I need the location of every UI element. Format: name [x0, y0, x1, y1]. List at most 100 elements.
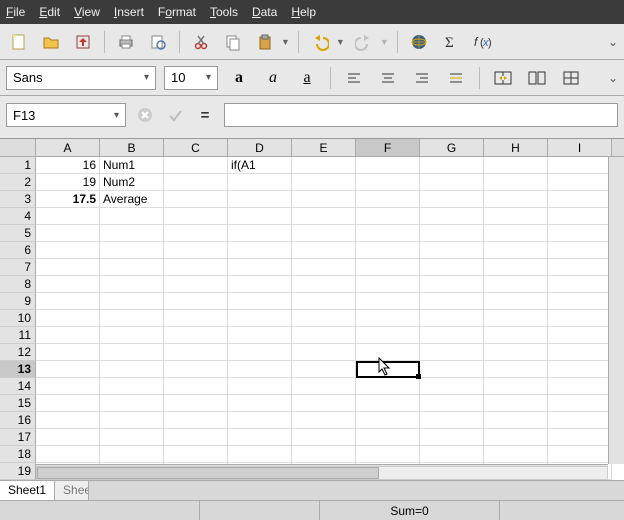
- col-header-I[interactable]: I: [548, 139, 612, 156]
- cell-I1[interactable]: [548, 157, 612, 174]
- italic-button[interactable]: a: [260, 65, 286, 91]
- cell-A16[interactable]: [36, 412, 100, 429]
- cell-F3[interactable]: [356, 191, 420, 208]
- cell-E9[interactable]: [292, 293, 356, 310]
- print-button[interactable]: [113, 29, 139, 55]
- cell-C15[interactable]: [164, 395, 228, 412]
- cell-I3[interactable]: [548, 191, 612, 208]
- cell-B13[interactable]: [100, 361, 164, 378]
- row-header-3[interactable]: 3: [0, 191, 36, 208]
- cell-F2[interactable]: [356, 174, 420, 191]
- toolbar-overflow-icon[interactable]: ⌄: [608, 71, 618, 85]
- row-header-16[interactable]: 16: [0, 412, 36, 429]
- align-right-button[interactable]: [409, 65, 435, 91]
- cell-A15[interactable]: [36, 395, 100, 412]
- cell-F8[interactable]: [356, 276, 420, 293]
- paste-dropdown-icon[interactable]: ▼: [281, 37, 290, 47]
- select-all-corner[interactable]: [0, 139, 36, 157]
- cell-B8[interactable]: [100, 276, 164, 293]
- row-header-4[interactable]: 4: [0, 208, 36, 225]
- cell-E14[interactable]: [292, 378, 356, 395]
- grid-button[interactable]: [558, 65, 584, 91]
- cell-E17[interactable]: [292, 429, 356, 446]
- cell-C13[interactable]: [164, 361, 228, 378]
- cell-H8[interactable]: [484, 276, 548, 293]
- cell-A12[interactable]: [36, 344, 100, 361]
- col-header-H[interactable]: H: [484, 139, 548, 156]
- cell-I15[interactable]: [548, 395, 612, 412]
- horizontal-scrollbar[interactable]: [36, 464, 608, 480]
- cell-D7[interactable]: [228, 259, 292, 276]
- cell-C12[interactable]: [164, 344, 228, 361]
- cell-H12[interactable]: [484, 344, 548, 361]
- bold-button[interactable]: a: [226, 65, 252, 91]
- row-header-18[interactable]: 18: [0, 446, 36, 463]
- cell-F6[interactable]: [356, 242, 420, 259]
- cell-E5[interactable]: [292, 225, 356, 242]
- cell-B2[interactable]: Num2: [100, 174, 164, 191]
- cell-C3[interactable]: [164, 191, 228, 208]
- menu-format[interactable]: Format: [158, 5, 196, 19]
- cell-A2[interactable]: 19: [36, 174, 100, 191]
- cell-H7[interactable]: [484, 259, 548, 276]
- cell-B7[interactable]: [100, 259, 164, 276]
- cell-H10[interactable]: [484, 310, 548, 327]
- cell-B15[interactable]: [100, 395, 164, 412]
- cell-C17[interactable]: [164, 429, 228, 446]
- row-header-1[interactable]: 1: [0, 157, 36, 174]
- redo-button[interactable]: [351, 29, 377, 55]
- cut-button[interactable]: [188, 29, 214, 55]
- cell-H5[interactable]: [484, 225, 548, 242]
- cell-A8[interactable]: [36, 276, 100, 293]
- cell-G1[interactable]: [420, 157, 484, 174]
- row-header-19[interactable]: 19: [0, 463, 36, 480]
- cell-D14[interactable]: [228, 378, 292, 395]
- cell-H11[interactable]: [484, 327, 548, 344]
- cell-I2[interactable]: [548, 174, 612, 191]
- cell-H1[interactable]: [484, 157, 548, 174]
- cell-I4[interactable]: [548, 208, 612, 225]
- cell-A7[interactable]: [36, 259, 100, 276]
- cell-G13[interactable]: [420, 361, 484, 378]
- cell-G17[interactable]: [420, 429, 484, 446]
- cell-G18[interactable]: [420, 446, 484, 463]
- undo-button[interactable]: [307, 29, 333, 55]
- col-header-F[interactable]: F: [356, 139, 420, 156]
- cell-E13[interactable]: [292, 361, 356, 378]
- cell-F10[interactable]: [356, 310, 420, 327]
- col-header-C[interactable]: C: [164, 139, 228, 156]
- cell-H3[interactable]: [484, 191, 548, 208]
- cell-G10[interactable]: [420, 310, 484, 327]
- cell-B5[interactable]: [100, 225, 164, 242]
- cell-E15[interactable]: [292, 395, 356, 412]
- menu-insert[interactable]: Insert: [114, 5, 144, 19]
- sheet-tab-2[interactable]: Shee: [55, 481, 89, 500]
- cell-C16[interactable]: [164, 412, 228, 429]
- cell-C14[interactable]: [164, 378, 228, 395]
- cell-G7[interactable]: [420, 259, 484, 276]
- toolbar-overflow-icon[interactable]: ⌄: [608, 35, 618, 49]
- cell-C4[interactable]: [164, 208, 228, 225]
- cell-H6[interactable]: [484, 242, 548, 259]
- align-center-button[interactable]: [375, 65, 401, 91]
- cell-I6[interactable]: [548, 242, 612, 259]
- cell-B14[interactable]: [100, 378, 164, 395]
- cell-G15[interactable]: [420, 395, 484, 412]
- cell-H14[interactable]: [484, 378, 548, 395]
- cell-H17[interactable]: [484, 429, 548, 446]
- row-header-17[interactable]: 17: [0, 429, 36, 446]
- cell-D15[interactable]: [228, 395, 292, 412]
- cell-A4[interactable]: [36, 208, 100, 225]
- cell-D11[interactable]: [228, 327, 292, 344]
- cell-D18[interactable]: [228, 446, 292, 463]
- col-header-E[interactable]: E: [292, 139, 356, 156]
- cell-C9[interactable]: [164, 293, 228, 310]
- cell-F11[interactable]: [356, 327, 420, 344]
- cell-B10[interactable]: [100, 310, 164, 327]
- row-header-14[interactable]: 14: [0, 378, 36, 395]
- col-header-D[interactable]: D: [228, 139, 292, 156]
- cell-B3[interactable]: Average: [100, 191, 164, 208]
- cell-G9[interactable]: [420, 293, 484, 310]
- cell-A1[interactable]: 16: [36, 157, 100, 174]
- cells-area[interactable]: 16Num1if(A119Num217.5Average: [36, 157, 624, 462]
